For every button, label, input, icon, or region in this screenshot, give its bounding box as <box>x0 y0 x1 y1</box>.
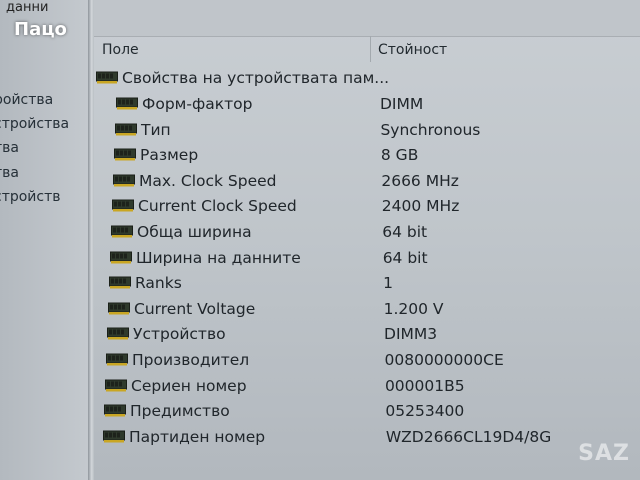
property-value: 64 bit <box>382 248 428 267</box>
property-row[interactable]: Партиден номер WZD2666CL19D4/8G <box>94 427 640 451</box>
property-label: Устройство <box>133 325 226 344</box>
property-label: Производител <box>132 351 250 369</box>
memory-module-icon <box>106 353 128 366</box>
property-value: Synchronous <box>380 120 481 139</box>
property-value: 05253400 <box>385 402 465 421</box>
tree-item[interactable]: тва <box>0 140 19 156</box>
property-row[interactable]: Размер 8 GB <box>94 145 640 169</box>
property-label: Сериен номер <box>131 376 247 395</box>
property-label: Ranks <box>135 274 182 293</box>
left-pane-header: данни <box>6 0 49 15</box>
property-value: WZD2666CL19D4/8G <box>385 427 552 446</box>
memory-module-icon <box>104 404 126 417</box>
memory-module-icon <box>108 302 130 315</box>
property-row[interactable]: Current Clock Speed 2400 MHz <box>94 196 640 220</box>
property-row[interactable]: Сериен номер 000001B5 <box>94 376 640 400</box>
watermark-logo: SAZ <box>578 441 630 466</box>
memory-module-icon <box>96 71 118 84</box>
property-label: Предимство <box>130 402 230 421</box>
property-row[interactable]: Предимство 05253400 <box>94 401 640 425</box>
tree-item[interactable]: стройства <box>0 116 69 132</box>
property-label: Обща ширина <box>137 223 252 241</box>
left-tree-pane[interactable]: данни ройства стройства тва тва стройств… <box>0 0 88 480</box>
property-label: Current Clock Speed <box>138 197 297 216</box>
user-overlay-label: Пацо <box>14 19 67 40</box>
property-row[interactable]: Тип Synchronous <box>94 120 640 144</box>
tree-item[interactable]: тва <box>0 165 19 181</box>
property-label: Партиден номер <box>129 427 266 446</box>
memory-module-icon <box>114 148 136 161</box>
memory-module-icon <box>115 123 137 136</box>
property-row[interactable]: Обща ширина 64 bit <box>94 222 640 246</box>
property-value: 64 bit <box>382 223 428 241</box>
property-value: 000001B5 <box>384 376 465 395</box>
property-label: Max. Clock Speed <box>139 171 277 190</box>
group-row[interactable]: Свойства на устройствата пам... <box>94 68 640 92</box>
property-row[interactable]: Current Voltage 1.200 V <box>94 299 640 323</box>
property-row[interactable]: Ranks 1 <box>94 273 640 297</box>
screen: данни ройства стройства тва тва стройств… <box>0 0 640 480</box>
memory-module-icon <box>109 276 131 289</box>
property-row[interactable]: Max. Clock Speed 2666 MHz <box>94 171 640 195</box>
memory-module-icon <box>111 225 133 238</box>
memory-module-icon <box>116 97 138 110</box>
memory-module-icon <box>105 379 127 392</box>
memory-module-icon <box>103 430 125 443</box>
property-label: Тип <box>141 120 171 139</box>
property-row[interactable]: Форм-фактор DIMM <box>94 94 640 118</box>
property-value: 2400 MHz <box>381 197 460 216</box>
property-value: DIMM3 <box>384 325 438 344</box>
property-value: 0080000000CE <box>384 351 504 369</box>
property-row[interactable]: Устройство DIMM3 <box>94 324 640 348</box>
property-row[interactable]: Ширина на данните 64 bit <box>94 248 640 272</box>
property-value: DIMM <box>380 95 424 113</box>
tree-item[interactable]: ройства <box>0 92 53 108</box>
property-value: 1 <box>383 274 394 293</box>
property-label: Ширина на данните <box>136 248 301 267</box>
property-value: 1.200 V <box>383 299 444 318</box>
property-label: Current Voltage <box>134 299 256 318</box>
property-label: Размер <box>140 146 199 165</box>
tree-item[interactable]: стройств <box>0 189 61 205</box>
list-top-strip <box>94 0 640 37</box>
column-separator[interactable] <box>370 36 371 62</box>
column-header-value[interactable]: Стойност <box>378 42 447 58</box>
memory-module-icon <box>107 327 129 340</box>
column-header-field[interactable]: Поле <box>102 42 139 58</box>
property-label: Форм-фактор <box>142 95 253 113</box>
property-value: 2666 MHz <box>381 171 459 190</box>
group-label: Свойства на устройствата пам... <box>122 69 390 87</box>
memory-module-icon <box>113 174 135 187</box>
memory-module-icon <box>110 251 132 264</box>
property-value: 8 GB <box>380 146 419 165</box>
property-row[interactable]: Производител 0080000000CE <box>94 350 640 374</box>
properties-list-pane[interactable]: Поле Стойност Свойства на устройствата п… <box>94 0 640 480</box>
memory-module-icon <box>112 199 134 212</box>
